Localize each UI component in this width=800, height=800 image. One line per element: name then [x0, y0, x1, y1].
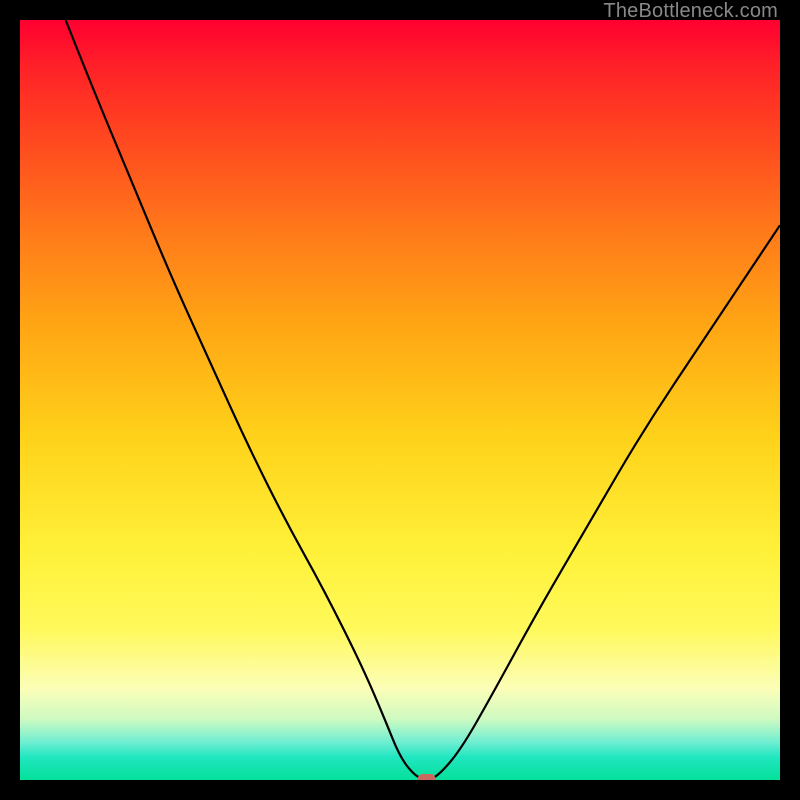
chart-frame: TheBottleneck.com [0, 0, 800, 800]
minimum-marker [418, 774, 436, 780]
bottleneck-curve [66, 20, 780, 779]
plot-area [20, 20, 780, 780]
curve-svg [20, 20, 780, 780]
